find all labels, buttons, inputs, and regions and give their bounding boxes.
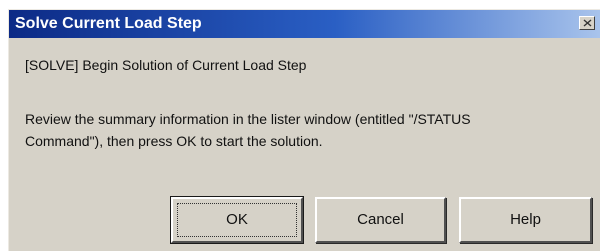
cancel-button[interactable]: Cancel (315, 197, 446, 243)
window-title: Solve Current Load Step (15, 15, 202, 32)
instruction-line-2: Command"), then press OK to start the so… (25, 133, 323, 149)
close-icon (583, 19, 592, 27)
help-button[interactable]: Help (459, 197, 592, 243)
command-description: [SOLVE] Begin Solution of Current Load S… (25, 57, 307, 73)
close-button[interactable] (579, 16, 595, 30)
cancel-button-label: Cancel (357, 211, 404, 228)
solve-dialog: Solve Current Load Step [SOLVE] Begin So… (8, 9, 600, 251)
ok-button[interactable]: OK (170, 196, 304, 244)
help-button-label: Help (510, 211, 541, 228)
ok-button-label: OK (226, 211, 248, 228)
instruction-line-1: Review the summary information in the li… (25, 111, 471, 127)
title-bar[interactable]: Solve Current Load Step (9, 10, 600, 38)
